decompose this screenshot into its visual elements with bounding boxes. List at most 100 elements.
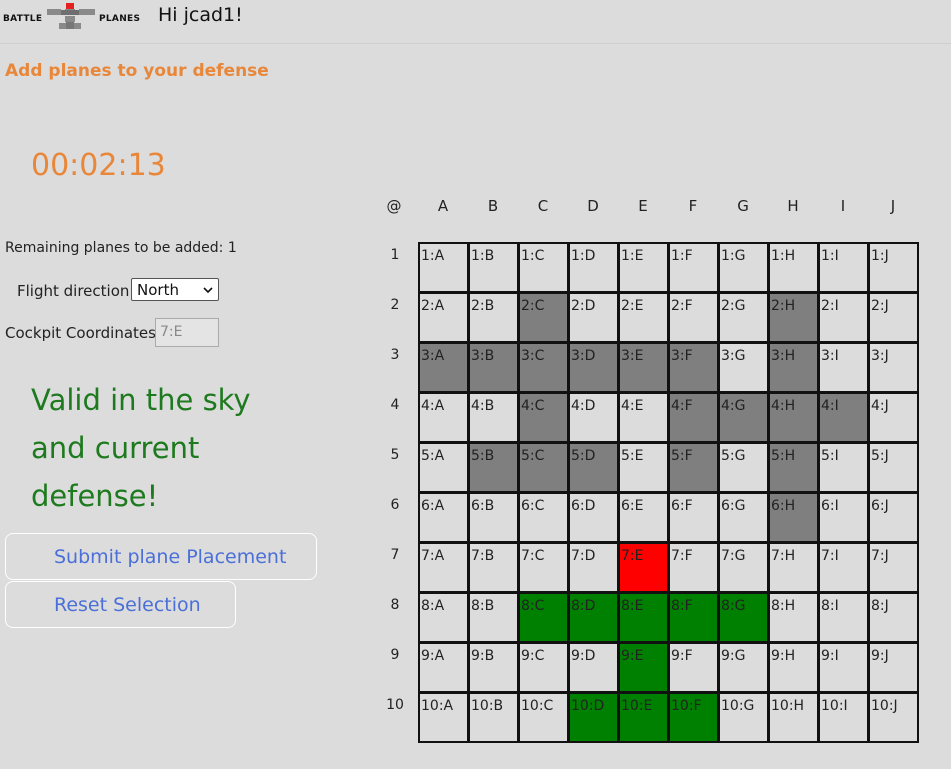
grid-cell[interactable]: 1:I bbox=[818, 242, 869, 293]
grid-cell[interactable]: 10:C bbox=[518, 692, 569, 743]
grid-cell[interactable]: 6:A bbox=[418, 492, 469, 543]
grid-cell[interactable]: 6:B bbox=[468, 492, 519, 543]
cockpit-coordinates-field[interactable]: 7:E bbox=[155, 318, 219, 347]
grid-cell[interactable]: 8:F bbox=[668, 592, 719, 643]
grid-cell[interactable]: 9:H bbox=[768, 642, 819, 693]
grid-cell[interactable]: 10:B bbox=[468, 692, 519, 743]
grid-cell[interactable]: 6:J bbox=[868, 492, 919, 543]
grid-cell[interactable]: 9:F bbox=[668, 642, 719, 693]
grid-cell[interactable]: 7:A bbox=[418, 542, 469, 593]
grid-cell[interactable]: 2:H bbox=[768, 292, 819, 343]
grid-cell[interactable]: 8:D bbox=[568, 592, 619, 643]
grid-cell[interactable]: 6:D bbox=[568, 492, 619, 543]
grid-cell[interactable]: 9:D bbox=[568, 642, 619, 693]
grid-cell[interactable]: 3:I bbox=[818, 342, 869, 393]
grid-cell[interactable]: 3:G bbox=[718, 342, 769, 393]
grid-cell[interactable]: 4:E bbox=[618, 392, 669, 443]
grid-cell[interactable]: 6:I bbox=[818, 492, 869, 543]
grid-cell[interactable]: 9:C bbox=[518, 642, 569, 693]
grid-cell[interactable]: 6:F bbox=[668, 492, 719, 543]
grid-cell[interactable]: 6:E bbox=[618, 492, 669, 543]
grid-cell[interactable]: 7:C bbox=[518, 542, 569, 593]
grid-cell[interactable]: 8:G bbox=[718, 592, 769, 643]
grid-cell[interactable]: 2:J bbox=[868, 292, 919, 343]
submit-placement-button[interactable]: Submit plane Placement bbox=[5, 533, 317, 580]
grid-cell[interactable]: 10:J bbox=[868, 692, 919, 743]
grid-cell[interactable]: 5:A bbox=[418, 442, 469, 493]
grid-cell[interactable]: 5:H bbox=[768, 442, 819, 493]
flight-direction-select[interactable]: North bbox=[131, 278, 219, 301]
grid-cell[interactable]: 4:I bbox=[818, 392, 869, 443]
grid-cell[interactable]: 5:C bbox=[518, 442, 569, 493]
grid-cell[interactable]: 2:B bbox=[468, 292, 519, 343]
grid-cell[interactable]: 6:C bbox=[518, 492, 569, 543]
grid-cell[interactable]: 9:G bbox=[718, 642, 769, 693]
grid-cell[interactable]: 8:I bbox=[818, 592, 869, 643]
grid-cell[interactable]: 9:J bbox=[868, 642, 919, 693]
grid-cell[interactable]: 2:A bbox=[418, 292, 469, 343]
grid-cell[interactable]: 3:F bbox=[668, 342, 719, 393]
grid-cell[interactable]: 8:C bbox=[518, 592, 569, 643]
grid-cell[interactable]: 10:F bbox=[668, 692, 719, 743]
grid-cell[interactable]: 9:I bbox=[818, 642, 869, 693]
grid-cell[interactable]: 4:C bbox=[518, 392, 569, 443]
grid-cell[interactable]: 3:A bbox=[418, 342, 469, 393]
grid-cell[interactable]: 4:F bbox=[668, 392, 719, 443]
grid-cell[interactable]: 3:C bbox=[518, 342, 569, 393]
grid-cell[interactable]: 1:C bbox=[518, 242, 569, 293]
grid-cell[interactable]: 10:G bbox=[718, 692, 769, 743]
grid-cell[interactable]: 1:H bbox=[768, 242, 819, 293]
grid-cell[interactable]: 7:J bbox=[868, 542, 919, 593]
grid-cell[interactable]: 7:I bbox=[818, 542, 869, 593]
grid-cell[interactable]: 1:E bbox=[618, 242, 669, 293]
grid-cell[interactable]: 8:E bbox=[618, 592, 669, 643]
grid-cell[interactable]: 8:H bbox=[768, 592, 819, 643]
grid-cell[interactable]: 1:D bbox=[568, 242, 619, 293]
grid-cell[interactable]: 7:G bbox=[718, 542, 769, 593]
grid-cell[interactable]: 5:F bbox=[668, 442, 719, 493]
grid-cell[interactable]: 1:G bbox=[718, 242, 769, 293]
grid-cell[interactable]: 7:D bbox=[568, 542, 619, 593]
grid-cell[interactable]: 5:B bbox=[468, 442, 519, 493]
grid-cell[interactable]: 4:D bbox=[568, 392, 619, 443]
grid-cell[interactable]: 2:I bbox=[818, 292, 869, 343]
grid-cell[interactable]: 10:E bbox=[618, 692, 669, 743]
grid-cell[interactable]: 4:B bbox=[468, 392, 519, 443]
grid-cell[interactable]: 3:H bbox=[768, 342, 819, 393]
grid-cell[interactable]: 6:H bbox=[768, 492, 819, 543]
battle-planes-logo[interactable]: BATTLE PLANES bbox=[3, 3, 143, 29]
grid-cell[interactable]: 5:E bbox=[618, 442, 669, 493]
grid-cell[interactable]: 10:I bbox=[818, 692, 869, 743]
grid-cell[interactable]: 10:D bbox=[568, 692, 619, 743]
grid-cell[interactable]: 9:A bbox=[418, 642, 469, 693]
reset-selection-button[interactable]: Reset Selection bbox=[5, 581, 236, 628]
grid-cell[interactable]: 5:I bbox=[818, 442, 869, 493]
grid-cell[interactable]: 7:B bbox=[468, 542, 519, 593]
grid-cell[interactable]: 5:D bbox=[568, 442, 619, 493]
grid-cell[interactable]: 4:J bbox=[868, 392, 919, 443]
grid-cell[interactable]: 1:A bbox=[418, 242, 469, 293]
grid-cell[interactable]: 8:B bbox=[468, 592, 519, 643]
grid-cell[interactable]: 6:G bbox=[718, 492, 769, 543]
grid-cell[interactable]: 2:G bbox=[718, 292, 769, 343]
grid-cell[interactable]: 1:B bbox=[468, 242, 519, 293]
grid-cell[interactable]: 4:H bbox=[768, 392, 819, 443]
grid-cell[interactable]: 2:C bbox=[518, 292, 569, 343]
grid-cell[interactable]: 2:D bbox=[568, 292, 619, 343]
grid-cell[interactable]: 3:J bbox=[868, 342, 919, 393]
grid-cell[interactable]: 3:B bbox=[468, 342, 519, 393]
grid-cell[interactable]: 4:G bbox=[718, 392, 769, 443]
grid-cell[interactable]: 9:E bbox=[618, 642, 669, 693]
grid-cell[interactable]: 10:H bbox=[768, 692, 819, 743]
grid-cell[interactable]: 1:J bbox=[868, 242, 919, 293]
grid-cell[interactable]: 2:F bbox=[668, 292, 719, 343]
grid-cell[interactable]: 8:A bbox=[418, 592, 469, 643]
grid-cell[interactable]: 9:B bbox=[468, 642, 519, 693]
grid-cell[interactable]: 3:D bbox=[568, 342, 619, 393]
grid-cell[interactable]: 5:G bbox=[718, 442, 769, 493]
grid-cell[interactable]: 7:F bbox=[668, 542, 719, 593]
grid-cell[interactable]: 5:J bbox=[868, 442, 919, 493]
grid-cell[interactable]: 2:E bbox=[618, 292, 669, 343]
grid-cell[interactable]: 8:J bbox=[868, 592, 919, 643]
grid-cell[interactable]: 1:F bbox=[668, 242, 719, 293]
